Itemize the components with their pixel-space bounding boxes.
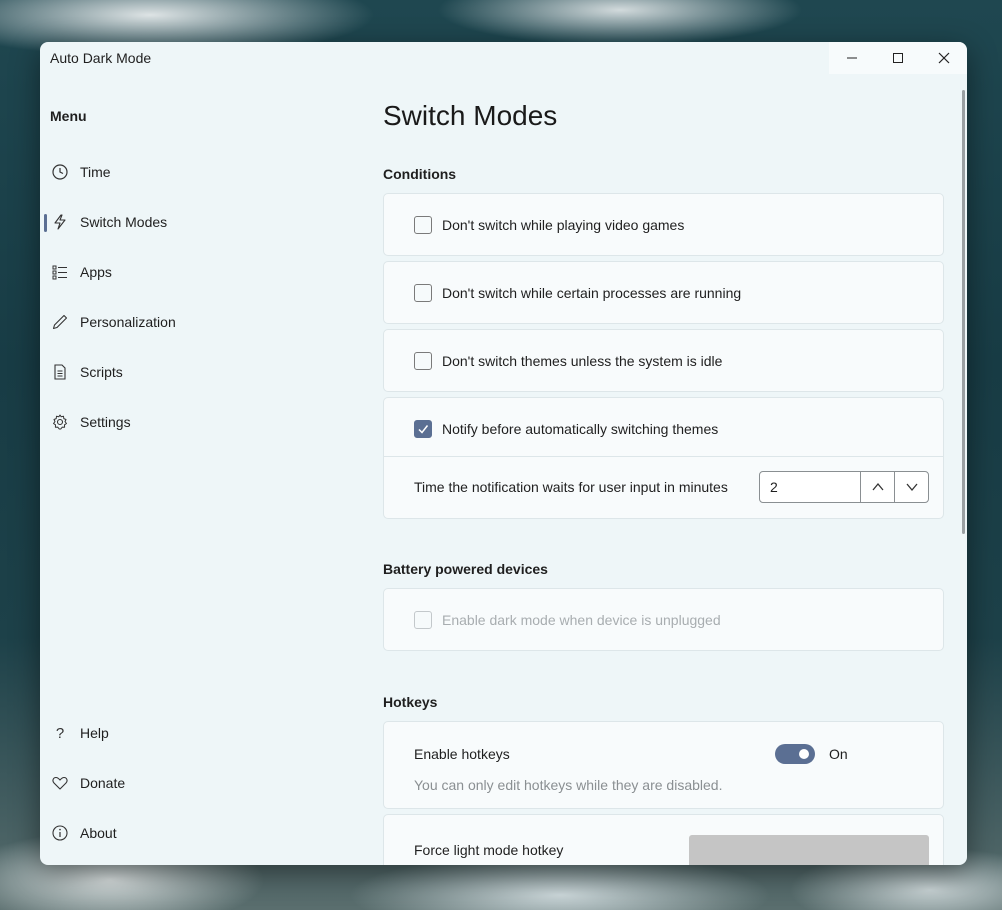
- sidebar-item-label: Switch Modes: [80, 214, 168, 230]
- sidebar-item-scripts[interactable]: Scripts: [44, 354, 344, 390]
- scrollbar[interactable]: [962, 90, 965, 534]
- sidebar-item-label: Donate: [80, 775, 126, 791]
- section-title-battery: Battery powered devices: [383, 561, 548, 577]
- condition-card-notify: Notify before automatically switching th…: [383, 397, 944, 519]
- sidebar-item-switch-modes[interactable]: Switch Modes: [44, 204, 344, 240]
- sidebar-item-label: Scripts: [80, 364, 123, 380]
- app-window: Auto Dark Mode Menu Time Switch Modes Ap…: [40, 42, 967, 865]
- divider: [384, 456, 943, 457]
- minimize-icon: [847, 57, 857, 59]
- checkbox-label: Enable dark mode when device is unplugge…: [442, 612, 721, 628]
- sidebar-item-label: Help: [80, 725, 109, 741]
- checkbox-idle[interactable]: Don't switch themes unless the system is…: [414, 352, 722, 370]
- title-bar[interactable]: Auto Dark Mode: [40, 42, 967, 74]
- enable-hotkeys-label: Enable hotkeys: [414, 746, 510, 762]
- condition-card: Don't switch themes unless the system is…: [383, 329, 944, 392]
- decrement-button[interactable]: [894, 472, 929, 502]
- checkbox-box[interactable]: [414, 420, 432, 438]
- checkbox-label: Don't switch themes unless the system is…: [442, 353, 723, 369]
- force-light-label: Force light mode hotkey: [414, 842, 564, 858]
- info-icon: [52, 825, 68, 841]
- checkbox-box[interactable]: [414, 216, 432, 234]
- checkmark-icon: [418, 425, 429, 434]
- question-icon: ?: [55, 724, 65, 742]
- hotkeys-card: Enable hotkeys On You can only edit hotk…: [383, 721, 944, 809]
- heart-icon: [52, 775, 68, 791]
- chevron-up-icon: [872, 482, 884, 491]
- checkbox-unplugged: Enable dark mode when device is unplugge…: [414, 611, 721, 629]
- close-button[interactable]: [921, 42, 967, 74]
- list-icon: [52, 264, 68, 280]
- checkbox-notify[interactable]: Notify before automatically switching th…: [414, 420, 718, 438]
- selection-indicator: [44, 214, 47, 232]
- gear-icon: [52, 414, 68, 430]
- page-title: Switch Modes: [383, 100, 558, 131]
- battery-card: Enable dark mode when device is unplugge…: [383, 588, 944, 651]
- increment-button[interactable]: [860, 472, 895, 502]
- sidebar-item-label: Apps: [80, 264, 112, 280]
- condition-card: Don't switch while certain processes are…: [383, 261, 944, 324]
- sidebar-item-apps[interactable]: Apps: [44, 254, 344, 290]
- notify-wait-label: Time the notification waits for user inp…: [414, 479, 728, 495]
- maximize-icon: [893, 53, 903, 63]
- sidebar-item-help[interactable]: ? Help: [44, 715, 344, 751]
- document-icon: [52, 364, 68, 380]
- enable-hotkeys-toggle[interactable]: [775, 744, 815, 764]
- sidebar-item-label: Time: [80, 164, 111, 180]
- close-icon: [938, 52, 950, 64]
- chevron-down-icon: [906, 483, 918, 492]
- section-title-hotkeys: Hotkeys: [383, 694, 438, 710]
- minimize-button[interactable]: [829, 42, 875, 74]
- checkbox-label: Notify before automatically switching th…: [442, 421, 719, 437]
- sidebar-item-about[interactable]: About: [44, 815, 344, 851]
- checkbox-label: Don't switch while playing video games: [442, 217, 685, 233]
- sidebar-item-label: Settings: [80, 414, 131, 430]
- toggle-knob: [799, 749, 809, 759]
- clock-icon: [52, 164, 68, 180]
- force-light-hotkey-field[interactable]: [689, 835, 929, 865]
- condition-card: Don't switch while playing video games: [383, 193, 944, 256]
- pen-icon: [52, 314, 68, 330]
- checkbox-processes[interactable]: Don't switch while certain processes are…: [414, 284, 741, 302]
- lightning-icon: [52, 214, 68, 230]
- window-title: Auto Dark Mode: [50, 50, 152, 66]
- checkbox-video-games[interactable]: Don't switch while playing video games: [414, 216, 684, 234]
- hotkeys-hint: You can only edit hotkeys while they are…: [414, 777, 723, 793]
- toggle-state-label: On: [829, 746, 848, 762]
- sidebar-item-personalization[interactable]: Personalization: [44, 304, 344, 340]
- checkbox-box[interactable]: [414, 352, 432, 370]
- number-value[interactable]: 2: [770, 479, 778, 495]
- checkbox-box: [414, 611, 432, 629]
- notify-wait-number-box[interactable]: 2: [759, 471, 929, 503]
- checkbox-box[interactable]: [414, 284, 432, 302]
- sidebar-item-label: Personalization: [80, 314, 176, 330]
- maximize-button[interactable]: [875, 42, 921, 74]
- sidebar-item-settings[interactable]: Settings: [44, 404, 344, 440]
- force-light-card: Force light mode hotkey: [383, 814, 944, 865]
- section-title-conditions: Conditions: [383, 166, 457, 182]
- sidebar-item-time[interactable]: Time: [44, 154, 344, 190]
- sidebar-item-donate[interactable]: Donate: [44, 765, 344, 801]
- menu-label: Menu: [50, 108, 87, 124]
- checkbox-label: Don't switch while certain processes are…: [442, 285, 742, 301]
- sidebar-item-label: About: [80, 825, 117, 841]
